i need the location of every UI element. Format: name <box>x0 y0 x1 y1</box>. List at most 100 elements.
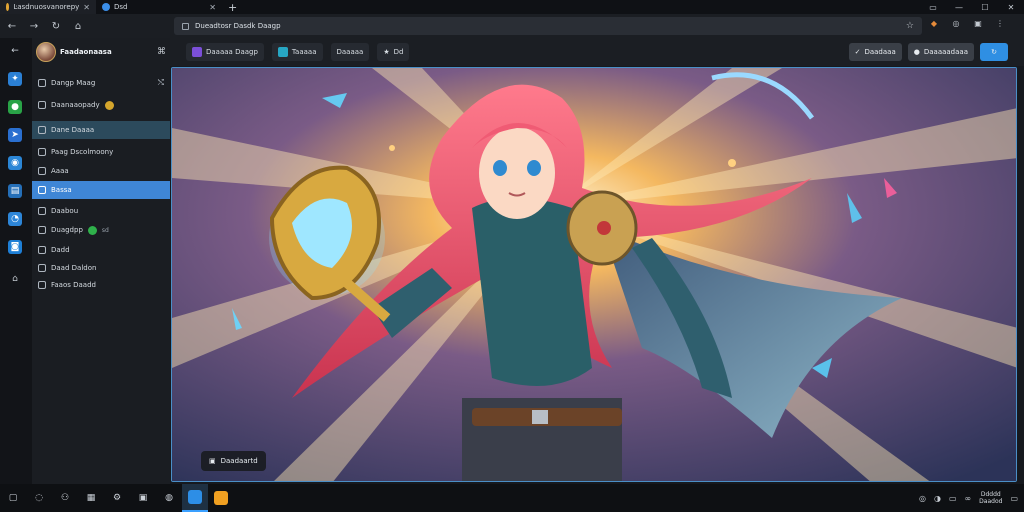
sidebar-item-9[interactable]: Dadd <box>32 241 170 259</box>
notes-app-icon <box>214 491 228 505</box>
clock-date: Daadod <box>979 498 1003 505</box>
navigation-bar: ← → ↻ ⌂ Dueadtosr Dasdk Daagp ☆ ◆ ◎ ▣ ⋮ <box>0 14 1024 38</box>
toolbar-chip-1[interactable]: Daaaaa Daagp <box>186 43 264 61</box>
teal-app-icon <box>277 47 288 57</box>
tab-label: Ŀasdnuosvanorepy <box>13 3 80 11</box>
window-icon[interactable]: ▣ <box>130 484 156 512</box>
store-icon[interactable]: ⌂ <box>8 272 22 286</box>
artwork-canvas[interactable] <box>171 67 1017 482</box>
sidebar-tools-icon[interactable]: ⌘ <box>157 47 166 57</box>
app-icon[interactable]: ◙ <box>8 240 22 254</box>
sidebar-item-10[interactable]: Daad Daldon <box>32 259 170 277</box>
back-icon[interactable]: ← <box>6 21 18 32</box>
item-icon <box>38 148 46 156</box>
item-icon <box>38 246 46 254</box>
minimize-icon[interactable]: — <box>946 3 972 12</box>
chip-label: Daaaaa Daagp <box>206 48 258 56</box>
window-icon[interactable]: ▤ <box>8 184 22 198</box>
clock[interactable]: Ddddd Daadod <box>979 491 1002 505</box>
item-icon <box>38 186 46 194</box>
primary-action-button[interactable]: ↻ <box>980 43 1008 61</box>
extension-icon[interactable]: ◎ <box>950 18 962 30</box>
sidebar-item-label: Daabou <box>51 207 79 215</box>
toolbar-chip-3[interactable]: Daaaaa <box>330 43 370 61</box>
avatar[interactable] <box>36 42 56 62</box>
tab-close-icon[interactable]: ✕ <box>209 3 216 12</box>
sidebar-item-11[interactable]: Faaos Daadd <box>32 276 170 294</box>
share-icon[interactable]: ➤ <box>8 128 22 142</box>
tab-inactive[interactable]: Dsd ✕ <box>96 0 222 14</box>
toolbar-right-actions: ✓ Daadaaa ● Daaaaadaaa ↻ <box>848 43 1008 61</box>
artwork-caption[interactable]: ▣ Daadaartd <box>201 451 266 471</box>
toolbar-chip-4[interactable]: ★ Dd <box>377 43 410 61</box>
item-icon <box>38 101 46 109</box>
toolbar-chip-2[interactable]: Taaaaa <box>271 43 323 61</box>
check-icon: ✓ <box>854 48 861 56</box>
reload-icon[interactable]: ↻ <box>50 21 62 32</box>
circle-icon: ● <box>913 48 920 56</box>
notifications-icon[interactable]: ▭ <box>1010 494 1018 503</box>
sidebar-item-8[interactable]: Duagdpp sd <box>32 221 170 239</box>
grid-icon[interactable]: ▦ <box>78 484 104 512</box>
sidebar-item-1[interactable]: Dangp Maag ⤭ <box>32 74 170 92</box>
item-icon <box>38 167 46 175</box>
chat-icon[interactable]: ● <box>8 100 22 114</box>
sidebar-item-label: Duagdpp <box>51 226 83 234</box>
close-icon[interactable]: ✕ <box>998 3 1024 12</box>
extension-icon[interactable]: ▣ <box>972 18 984 30</box>
sidebar-item-6[interactable]: Bassa <box>32 181 170 199</box>
lock-icon <box>182 22 189 30</box>
sidebar-item-5[interactable]: Aaaa <box>32 162 170 180</box>
browser-app-icon <box>188 490 202 504</box>
taskbar-notes-app[interactable] <box>208 484 234 512</box>
back-arrow-icon[interactable]: ← <box>8 44 22 58</box>
sidebar-item-label: Dane Daaaa <box>51 126 95 134</box>
twitter-icon[interactable]: ✦ <box>8 72 22 86</box>
sidebar-item-2[interactable]: Daanaaopady <box>32 96 170 114</box>
extensions-area: ◆ ◎ ▣ ⋮ <box>928 18 1006 30</box>
people-icon[interactable]: ⚇ <box>52 484 78 512</box>
address-bar[interactable]: Dueadtosr Dasdk Daagp ☆ <box>174 17 922 35</box>
menu-icon[interactable]: ⋮ <box>994 18 1006 30</box>
battery-icon[interactable]: ▭ <box>949 494 957 503</box>
edge-icon[interactable]: ◍ <box>156 484 182 512</box>
sidebar: Faadaonaasa ⌘ Dangp Maag ⤭ Daanaaopady D… <box>32 38 170 484</box>
image-icon: ▣ <box>209 457 216 465</box>
item-icon <box>38 264 46 272</box>
taskbar-browser-app[interactable] <box>182 484 208 512</box>
profile-name: Faadaonaasa <box>60 48 112 56</box>
home-icon[interactable]: ⌂ <box>72 21 84 32</box>
action-button-1[interactable]: ✓ Daadaaa <box>848 43 902 61</box>
anime-warrior-artwork <box>172 68 1016 481</box>
content-toolbar: Daaaaa Daagp Taaaaa Daaaaa ★ Dd ✓ Daadaa… <box>170 38 1024 66</box>
action-button-2[interactable]: ● Daaaaadaaa <box>907 43 974 61</box>
settings-icon[interactable]: ⚙ <box>104 484 130 512</box>
shuffle-icon[interactable]: ⤭ <box>158 78 164 88</box>
forward-icon[interactable]: → <box>28 21 40 32</box>
refresh-icon: ↻ <box>991 48 997 56</box>
sidebar-item-suffix: sd <box>101 226 109 234</box>
minimize-icon[interactable]: ▭ <box>920 3 946 12</box>
bluetooth-icon[interactable]: ∞ <box>965 494 972 503</box>
maximize-icon[interactable]: ☐ <box>972 3 998 12</box>
clock-time: Ddddd <box>980 491 1001 498</box>
purple-app-icon <box>192 47 202 57</box>
folder-icon[interactable]: ▢ <box>0 484 26 512</box>
sidebar-item-3[interactable]: Dane Daaaa <box>32 121 170 139</box>
chip-label: Taaaaa <box>291 48 317 56</box>
sidebar-item-7[interactable]: Daabou <box>32 202 170 220</box>
green-badge-icon <box>87 225 97 235</box>
message-icon[interactable]: ◔ <box>8 212 22 226</box>
chat-bubble-icon[interactable]: ◌ <box>26 484 52 512</box>
extension-icon[interactable]: ◆ <box>928 18 940 30</box>
network-icon[interactable]: ◎ <box>919 494 926 503</box>
tab-active[interactable]: Ŀasdnuosvanorepy ✕ <box>0 0 96 14</box>
globe-icon[interactable]: ◉ <box>8 156 22 170</box>
sidebar-item-4[interactable]: Paag Dscolmoony <box>32 143 170 161</box>
new-tab-icon[interactable]: + <box>222 1 243 14</box>
tab-close-icon[interactable]: ✕ <box>83 3 90 12</box>
volume-icon[interactable]: ◑ <box>934 494 941 503</box>
bookmark-star-icon[interactable]: ☆ <box>906 21 914 31</box>
sidebar-header: Faadaonaasa ⌘ <box>32 38 170 66</box>
belt-buckle <box>532 410 548 424</box>
